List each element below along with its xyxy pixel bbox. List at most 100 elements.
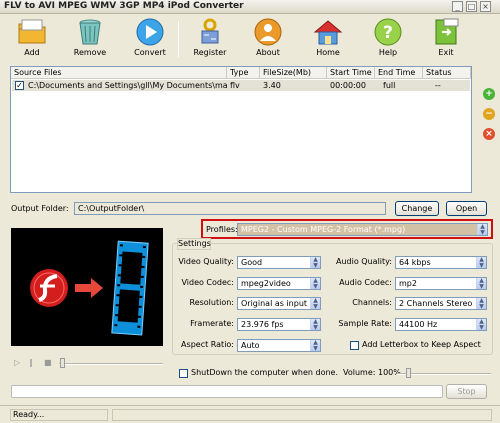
exit-button[interactable]: Exit (424, 15, 468, 63)
help-button[interactable]: ? Help (366, 15, 410, 63)
move-down-icon[interactable]: − (483, 108, 495, 120)
sample-rate-select[interactable]: 44100 Hz ▲ ▼ (395, 318, 487, 331)
register-label: Register (193, 48, 227, 57)
home-icon (313, 20, 343, 45)
volume-slider-thumb[interactable] (406, 368, 412, 378)
play-icon (136, 18, 164, 46)
column-header-start-time[interactable]: Start Time (327, 67, 375, 79)
person-icon (254, 18, 282, 46)
resolution-select[interactable]: Original as input ▲ ▼ (237, 297, 321, 310)
video-quality-select[interactable]: Good ▲ ▼ (237, 256, 321, 269)
add-button[interactable]: Add (10, 15, 54, 63)
video-codec-label: Video Codec: (181, 278, 234, 287)
chevron-down-icon[interactable]: ▲ ▼ (476, 319, 486, 330)
home-label: Home (316, 48, 340, 57)
chevron-down-icon[interactable]: ▲ ▼ (310, 340, 320, 351)
column-header-type[interactable]: Type (227, 67, 260, 79)
remove-label: Remove (73, 48, 107, 57)
chevron-down-icon[interactable]: ▲ ▼ (310, 257, 320, 268)
audio-quality-value: 64 kbps (399, 258, 431, 267)
about-button[interactable]: About (246, 15, 290, 63)
chevron-down-icon[interactable]: ▲ ▼ (476, 257, 486, 268)
remove-button[interactable]: Remove (68, 15, 112, 63)
framerate-label: Framerate: (190, 319, 234, 328)
change-button[interactable]: Change (395, 201, 439, 216)
video-quality-value: Good (241, 258, 263, 267)
video-preview (11, 228, 163, 346)
profiles-value: MPEG2 - Custom MPEG-2 Format (*.mpg) (241, 225, 406, 234)
stop-button[interactable]: Stop (446, 384, 487, 399)
video-codec-value: mpeg2video (241, 279, 291, 288)
pause-icon[interactable]: ‖ (29, 358, 37, 367)
chevron-down-icon[interactable]: ▲ ▼ (477, 224, 487, 235)
framerate-select[interactable]: 23.976 fps ▲ ▼ (237, 318, 321, 331)
chevron-down-icon[interactable]: ▲ ▼ (310, 298, 320, 309)
cell-type: flv (230, 81, 240, 90)
column-header-end-time[interactable]: End Time (375, 67, 423, 79)
volume-label: Volume: 100% (343, 368, 401, 377)
profiles-select[interactable]: MPEG2 - Custom MPEG-2 Format (*.mpg) ▲ ▼ (237, 223, 488, 236)
svg-text:?: ? (383, 23, 393, 43)
help-icon: ? (374, 18, 402, 46)
framerate-value: 23.976 fps (241, 320, 284, 329)
minimize-button[interactable]: _ (452, 1, 463, 12)
video-codec-select[interactable]: mpeg2video ▲ ▼ (237, 277, 321, 290)
conversion-progress-bar (11, 385, 443, 398)
trash-icon (79, 19, 101, 45)
convert-button[interactable]: Convert (128, 15, 172, 63)
audio-quality-select[interactable]: 64 kbps ▲ ▼ (395, 256, 487, 269)
cell-start-time: 00:00:00 (330, 81, 366, 90)
channels-label: Channels: (352, 298, 392, 307)
cell-size: 3.40 (263, 81, 281, 90)
status-text: Ready... (10, 409, 108, 421)
chevron-down-icon[interactable]: ▲ ▼ (476, 278, 486, 289)
column-header-status[interactable]: Status (423, 67, 471, 79)
window-title: FLV to AVI MPEG WMV 3GP MP4 iPod Convert… (4, 1, 244, 11)
status-bar: Ready... (0, 405, 500, 423)
column-header-filesize[interactable]: FileSize(Mb) (260, 67, 327, 79)
exit-label: Exit (438, 48, 454, 57)
clear-list-icon[interactable]: × (483, 128, 495, 140)
chevron-down-icon[interactable]: ▲ ▼ (476, 298, 486, 309)
add-folder-icon (18, 19, 46, 44)
settings-tab[interactable]: Settings (177, 238, 211, 250)
about-label: About (256, 48, 280, 57)
audio-codec-value: mp2 (399, 279, 417, 288)
aspect-ratio-select[interactable]: Auto ▲ ▼ (237, 339, 321, 352)
channels-select[interactable]: 2 Channels Stereo ▲ ▼ (395, 297, 487, 310)
cell-end-time: full (383, 81, 396, 90)
output-folder-label: Output Folder: (11, 204, 69, 213)
close-button[interactable]: × (480, 1, 491, 12)
add-label: Add (24, 48, 40, 57)
aspect-ratio-value: Auto (241, 341, 260, 350)
maximize-button[interactable]: □ (466, 1, 477, 12)
sample-rate-value: 44100 Hz (399, 320, 438, 329)
output-folder-field[interactable]: C:\OutputFolder\ (74, 202, 386, 215)
home-button[interactable]: Home (306, 15, 350, 63)
stop-icon[interactable]: ■ (44, 358, 52, 367)
table-row[interactable]: ✓ C:\Documents and Settings\gll\My Docum… (12, 80, 470, 91)
register-button[interactable]: Register (188, 15, 232, 63)
open-button[interactable]: Open (446, 201, 487, 216)
cell-source: C:\Documents and Settings\gll\My Documen… (28, 81, 227, 90)
letterbox-checkbox[interactable] (350, 341, 359, 350)
column-header-source[interactable]: Source Files (11, 67, 227, 79)
aspect-ratio-label: Aspect Ratio: (181, 340, 234, 349)
resolution-label: Resolution: (189, 298, 235, 307)
shutdown-checkbox[interactable] (179, 369, 188, 378)
video-quality-label: Video Quality: (178, 257, 234, 266)
seek-slider-track[interactable] (59, 363, 163, 365)
seek-slider-thumb[interactable] (60, 358, 65, 368)
audio-codec-select[interactable]: mp2 ▲ ▼ (395, 277, 487, 290)
exit-door-icon (435, 18, 459, 45)
toolbar: Add Remove Convert Register About Home ?… (0, 15, 500, 63)
file-list[interactable]: Source Files Type FileSize(Mb) Start Tim… (10, 66, 472, 193)
chevron-down-icon[interactable]: ▲ ▼ (310, 319, 320, 330)
convert-label: Convert (134, 48, 166, 57)
play-icon[interactable]: ▷ (14, 358, 22, 367)
key-icon (201, 18, 219, 44)
audio-quality-label: Audio Quality: (336, 257, 392, 266)
move-up-icon[interactable]: + (483, 88, 495, 100)
row-checkbox[interactable]: ✓ (15, 81, 24, 90)
chevron-down-icon[interactable]: ▲ ▼ (310, 278, 320, 289)
